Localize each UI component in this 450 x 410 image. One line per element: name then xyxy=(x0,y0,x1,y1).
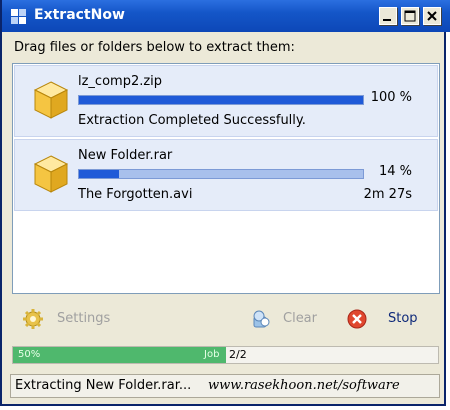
package-box-icon xyxy=(33,81,69,119)
overall-percent: 50% xyxy=(18,349,41,360)
instruction-text: Drag files or folders below to extract t… xyxy=(14,40,295,55)
maximize-button[interactable] xyxy=(401,7,419,25)
job-percent: 100 % xyxy=(370,90,412,105)
stop-icon xyxy=(347,309,367,329)
gear-icon xyxy=(23,309,43,329)
close-icon xyxy=(427,11,437,21)
overall-job-label: Job xyxy=(204,349,220,360)
overall-progress-fill xyxy=(13,347,226,363)
job-time-remaining: 2m 27s xyxy=(363,187,412,202)
job-item[interactable]: lz_comp2.zip 100 % Extraction Completed … xyxy=(14,65,438,137)
job-progress-fill xyxy=(79,170,119,178)
window-title: ExtractNow xyxy=(34,7,125,23)
job-progress-bar xyxy=(78,169,364,179)
minimize-icon xyxy=(383,19,391,21)
app-window: ExtractNow Drag files or folders below t… xyxy=(0,0,450,406)
job-filename: lz_comp2.zip xyxy=(78,74,163,89)
status-text: Extracting New Folder.rar... xyxy=(15,378,192,393)
drop-zone-list[interactable]: lz_comp2.zip 100 % Extraction Completed … xyxy=(12,63,440,294)
minimize-button[interactable] xyxy=(379,7,397,25)
close-button[interactable] xyxy=(423,7,441,25)
clear-icon xyxy=(253,310,270,328)
stop-label: Stop xyxy=(388,311,418,326)
job-percent: 14 % xyxy=(378,164,412,179)
title-bar[interactable]: ExtractNow xyxy=(2,0,450,32)
job-filename: New Folder.rar xyxy=(78,148,173,163)
job-item[interactable]: New Folder.rar 14 % The Forgotten.avi 2m… xyxy=(14,139,438,211)
job-progress-bar xyxy=(78,95,364,105)
maximize-icon xyxy=(404,10,416,22)
overall-progress-bar: 50% Job 2/2 xyxy=(12,346,439,364)
job-progress-fill xyxy=(79,96,363,104)
clear-label: Clear xyxy=(283,311,317,326)
overall-job-count: 2/2 xyxy=(229,348,247,361)
app-icon xyxy=(11,9,26,24)
package-box-icon xyxy=(33,155,69,193)
watermark-text: www.rasekhoon.net/software xyxy=(208,378,400,393)
job-current-file: The Forgotten.avi xyxy=(78,187,193,202)
settings-label: Settings xyxy=(57,311,111,326)
job-status: Extraction Completed Successfully. xyxy=(78,113,306,128)
